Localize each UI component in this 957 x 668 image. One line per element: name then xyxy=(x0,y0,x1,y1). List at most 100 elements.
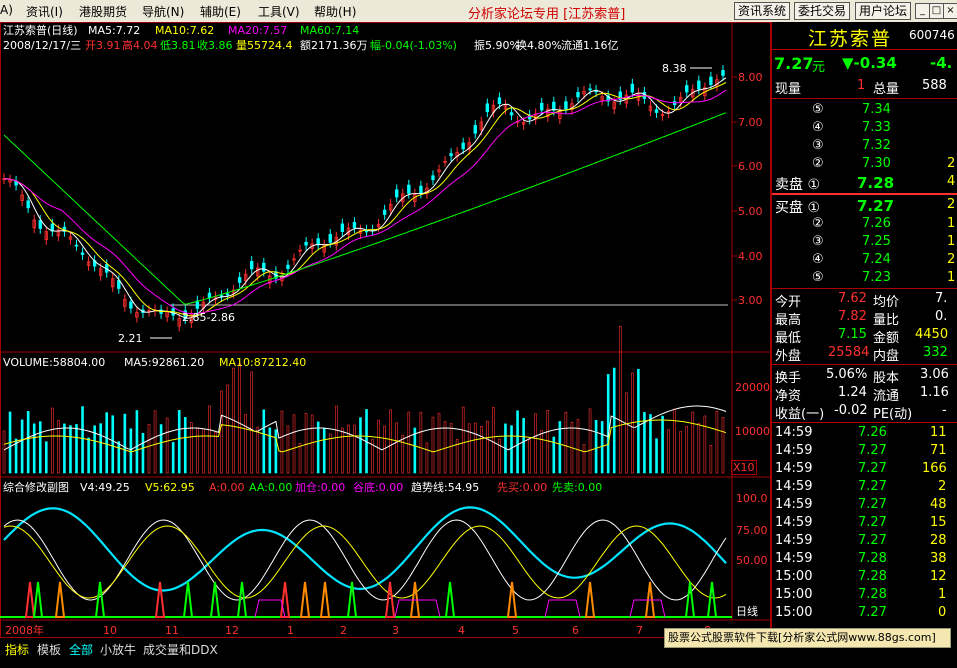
stat-label: 内盘 xyxy=(873,349,900,364)
signal-spike xyxy=(32,581,44,618)
indicator-aa: AA:0.00 xyxy=(249,481,293,494)
candle-body xyxy=(576,92,580,98)
volume-bar xyxy=(99,423,102,474)
stat-label: 换手 xyxy=(775,371,802,386)
quote-turnover: 换4.80% xyxy=(516,39,562,52)
stat-row: 净资 1.24 流通 1.16 xyxy=(772,385,957,404)
volume-bar xyxy=(44,441,48,474)
candle-body xyxy=(630,83,635,93)
news-system-button[interactable]: 资讯系统 xyxy=(734,2,791,20)
quote-amount: 额2171.36万 xyxy=(300,39,368,52)
volume-bar xyxy=(461,406,465,474)
stat-label: 均价 xyxy=(873,295,900,310)
ad-banner[interactable]: 股票公式股票软件下载[分析家公式网www.88gs.com] xyxy=(664,628,951,648)
signal-spike xyxy=(94,581,106,618)
volume-row: 现量 1 总量 588 xyxy=(772,78,957,97)
menu-item-tools[interactable]: 工具(V) xyxy=(258,3,300,20)
tick-volume: 71 xyxy=(930,443,947,458)
bid-row-best: 买盘 ① 7.27 2 xyxy=(772,197,957,217)
signal-spike xyxy=(24,581,36,618)
volume-bar xyxy=(437,412,441,474)
tick-time: 15:00 xyxy=(775,605,813,620)
candle-body xyxy=(509,112,514,116)
candle-body xyxy=(195,300,200,309)
tick-row: 14:59 7.27 28 xyxy=(772,533,957,551)
tab-all[interactable]: 全部 xyxy=(69,641,93,658)
close-icon[interactable]: × xyxy=(943,3,957,19)
volume-bar xyxy=(298,443,302,474)
indicator-name: 综合修改副图 xyxy=(3,481,69,494)
bid-price: 7.24 xyxy=(862,252,891,267)
stat-row: 收益(一) -0.02 PE(动) - xyxy=(772,403,957,422)
quote-float: 流通1.16亿 xyxy=(561,39,619,52)
volume-bar xyxy=(661,415,664,474)
tab-xiaofangniu[interactable]: 小放牛 xyxy=(100,641,136,658)
volume-bar xyxy=(576,419,580,474)
price-row: 7.27 元 ▼-0.34 -4. xyxy=(772,54,957,75)
volume-bar xyxy=(316,421,320,474)
volume-label: VOLUME:58804.00 xyxy=(3,356,106,369)
bottom-tab-bar: 指标 模板 全部 小放牛 成交量和DDX xyxy=(0,638,771,668)
candle-body xyxy=(328,233,332,243)
candle-body xyxy=(74,244,79,247)
tab-volume-ddx[interactable]: 成交量和DDX xyxy=(143,641,218,658)
volume-bar xyxy=(189,422,193,474)
volume-bar xyxy=(528,439,531,474)
signal-spike xyxy=(684,581,696,618)
candle-body xyxy=(225,293,230,296)
volume-bar xyxy=(618,325,622,474)
tick-volume: 166 xyxy=(922,461,947,476)
candle-body xyxy=(588,88,592,91)
price-axis-label: 8.00 xyxy=(738,71,763,84)
stat-value: 0. xyxy=(935,309,948,324)
tick-row: 15:00 7.28 12 xyxy=(772,569,957,587)
stat-value: 7.62 xyxy=(838,291,867,306)
tick-time: 14:59 xyxy=(775,425,813,440)
volume-bar xyxy=(153,410,157,474)
menu-item-hk-futures[interactable]: 港股期货 xyxy=(79,3,127,20)
volume-bar xyxy=(534,413,537,474)
trade-button[interactable]: 委托交易 xyxy=(794,2,851,20)
low-annotation: 2.21 xyxy=(118,332,143,345)
volume-bar xyxy=(353,424,356,474)
divider xyxy=(772,364,957,365)
tick-time: 15:00 xyxy=(775,569,813,584)
time-axis-label: 2 xyxy=(340,624,347,637)
ma10-label: MA10:7.62 xyxy=(155,24,215,37)
menu-item-assist[interactable]: 辅助(E) xyxy=(200,3,241,20)
volume-bar xyxy=(63,423,66,474)
signal-spike xyxy=(182,581,194,618)
volume-axis-label: 10000 xyxy=(735,425,770,438)
bid-row: ④ 7.24 2 xyxy=(772,252,957,270)
time-axis-label: 3 xyxy=(392,624,399,637)
volume-bar xyxy=(159,424,163,474)
forum-button[interactable]: 用户论坛 xyxy=(855,2,912,20)
menu-item-help[interactable]: 帮助(H) xyxy=(314,3,356,20)
volume-bar xyxy=(594,419,598,474)
bid-level: ⑤ xyxy=(812,270,824,285)
stat-value: -0.02 xyxy=(834,403,868,418)
volume-bar xyxy=(75,424,78,474)
volume-bar xyxy=(383,425,386,474)
indicator-axis-label: 50.00 xyxy=(736,554,768,567)
chart-area[interactable]: 江苏索普(日线) MA5:7.72 MA10:7.62 MA20:7.57 MA… xyxy=(0,22,771,638)
volume-bar xyxy=(335,405,338,474)
volume-bar xyxy=(268,427,272,474)
tab-indicator[interactable]: 指标 xyxy=(5,641,29,658)
chart-canvas[interactable] xyxy=(0,22,771,638)
volume-bar xyxy=(105,412,109,474)
tick-volume: 48 xyxy=(930,497,947,512)
bid-row: ② 7.26 1 xyxy=(772,216,957,234)
menu-item-navigate[interactable]: 导航(N) xyxy=(142,3,184,20)
volume-bar xyxy=(413,427,417,474)
volume-bar xyxy=(226,384,229,474)
volume-bar xyxy=(395,422,399,474)
volume-bar xyxy=(473,422,477,474)
price-axis-label: 3.00 xyxy=(738,294,763,307)
volume-bar xyxy=(20,419,24,474)
signal-plateau xyxy=(544,599,581,618)
menu-item-news[interactable]: 资讯(I) xyxy=(26,3,63,20)
maximize-icon[interactable]: □ xyxy=(929,3,944,19)
tab-template[interactable]: 模板 xyxy=(37,641,61,658)
minimize-icon[interactable]: _ xyxy=(915,3,930,19)
